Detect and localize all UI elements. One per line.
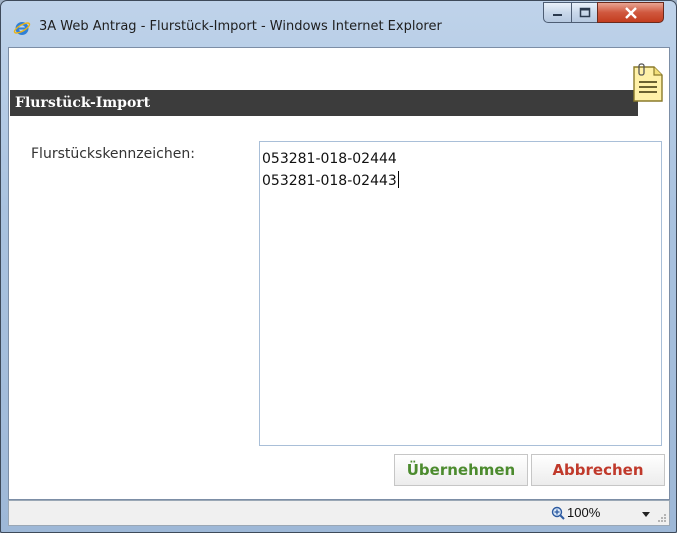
close-icon: [624, 6, 637, 19]
zoom-level: 100%: [567, 505, 601, 520]
browser-window: 3A Web Antrag - Flurstück-Import - Windo…: [0, 0, 677, 533]
parcel-id-textarea[interactable]: 053281-018-02444 053281-018-02443: [259, 141, 662, 446]
zoom-dropdown-icon[interactable]: [642, 512, 650, 517]
minimize-button[interactable]: [543, 2, 572, 23]
textarea-line: 053281-018-02443: [262, 171, 399, 189]
textarea-line: 053281-018-02444: [262, 151, 397, 167]
maximize-button[interactable]: [571, 2, 598, 23]
apply-button[interactable]: Übernehmen: [394, 454, 528, 486]
title-bar[interactable]: 3A Web Antrag - Flurstück-Import - Windo…: [1, 1, 676, 47]
zoom-icon: [551, 506, 565, 520]
resize-grip-icon[interactable]: [657, 513, 667, 523]
field-label: Flurstückskennzeichen:: [31, 146, 195, 162]
status-bar: 100%: [8, 500, 670, 526]
text-cursor: [397, 171, 399, 188]
document-icon: [633, 63, 663, 102]
close-button[interactable]: [597, 2, 664, 23]
maximize-icon: [579, 7, 590, 18]
internet-explorer-icon: [13, 22, 31, 35]
page-content: Flurstück-Import Flurstückskennzeichen: …: [8, 47, 670, 500]
cancel-button[interactable]: Abbrechen: [531, 454, 665, 486]
dialog-title: Flurstück-Import: [15, 95, 151, 111]
minimize-icon: [552, 13, 562, 16]
section-header: Flurstück-Import: [10, 90, 638, 116]
window-title: 3A Web Antrag - Flurstück-Import - Windo…: [39, 19, 442, 34]
zoom-control[interactable]: 100%: [551, 505, 600, 520]
